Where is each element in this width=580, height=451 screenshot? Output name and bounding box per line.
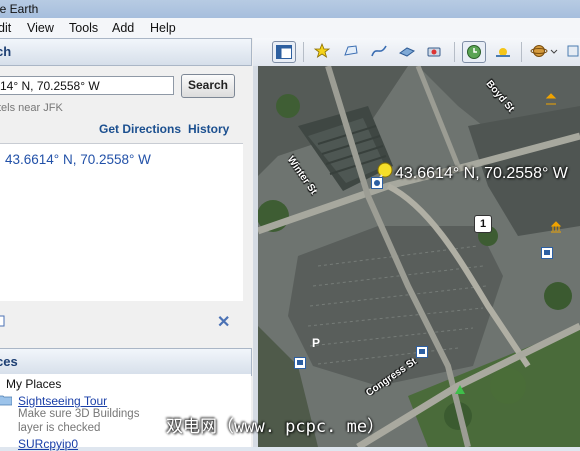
- more-tools-button[interactable]: [562, 41, 580, 61]
- search-results: 43.6614° N, 70.2558° W: [0, 143, 243, 301]
- add-polygon-button[interactable]: [340, 41, 362, 61]
- route-shield: 1: [474, 215, 492, 233]
- menu-edit[interactable]: dit: [0, 21, 11, 35]
- park-tree-icon: [455, 385, 465, 394]
- aerial-imagery: [258, 66, 580, 447]
- landmark-icon: [545, 93, 557, 105]
- menu-add[interactable]: Add: [112, 21, 134, 35]
- map-toolbar: [253, 38, 580, 67]
- sidebar-layout-icon: [276, 45, 292, 59]
- history-link[interactable]: History: [188, 122, 229, 136]
- camera-icon: [427, 47, 441, 57]
- bus-stop-icon[interactable]: [294, 357, 306, 369]
- poi-marker-icon[interactable]: [371, 177, 383, 189]
- sidebar-toggle-button[interactable]: [272, 41, 296, 63]
- menu-tools[interactable]: Tools: [69, 21, 98, 35]
- historical-imagery-button[interactable]: [462, 41, 486, 63]
- sidebar: ch 14° N, 70.2558° W Search tels near JF…: [0, 38, 253, 451]
- sun-icon: [496, 48, 510, 57]
- bus-stop-icon[interactable]: [416, 346, 428, 358]
- sunlight-button[interactable]: [492, 41, 514, 61]
- placemark-label: 43.6614° N, 70.2558° W: [395, 165, 568, 182]
- clear-results-icon[interactable]: ✕: [217, 312, 230, 332]
- add-placemark-button[interactable]: [311, 41, 333, 61]
- get-directions-link[interactable]: Get Directions: [99, 122, 181, 136]
- menu-bar: dit View Tools Add Help: [0, 18, 580, 39]
- search-panel-header[interactable]: ch: [0, 38, 252, 66]
- menu-view[interactable]: View: [27, 21, 54, 35]
- search-result-item[interactable]: 43.6614° N, 70.2558° W: [5, 152, 151, 167]
- pushpin-star-icon: [313, 43, 331, 58]
- path-icon: [371, 45, 387, 57]
- places-item-my-places[interactable]: My Places: [6, 377, 61, 391]
- toolbar-separator: [303, 42, 304, 62]
- places-item-desc-1: Make sure 3D Buildings: [18, 408, 140, 420]
- places-panel-header[interactable]: ces: [0, 348, 252, 376]
- search-button[interactable]: Search: [181, 74, 235, 98]
- add-path-button[interactable]: [368, 41, 390, 61]
- window-title: le Earth: [0, 2, 39, 16]
- search-hint: tels near JFK: [0, 102, 63, 114]
- window-title-bar: le Earth: [0, 0, 580, 18]
- toolbar-separator: [454, 42, 455, 62]
- polygon-icon: [344, 45, 358, 56]
- landmark-icon: [550, 221, 562, 233]
- watermark: 双电网（www. pcpc. me）: [166, 417, 385, 437]
- search-panel-title: ch: [0, 44, 12, 59]
- menu-help[interactable]: Help: [150, 21, 176, 35]
- places-item-sightseeing-tour[interactable]: Sightseeing Tour: [18, 394, 107, 408]
- results-tools-row: [0, 312, 250, 334]
- search-input[interactable]: 14° N, 70.2558° W: [0, 76, 174, 95]
- clock-icon: [467, 45, 481, 59]
- planet-icon: [530, 45, 558, 57]
- parking-icon: P: [312, 336, 321, 350]
- places-item-desc-2: layer is checked: [18, 422, 101, 434]
- record-tour-button[interactable]: [424, 41, 446, 61]
- folder-icon: [0, 395, 12, 406]
- image-overlay-icon: [398, 47, 416, 57]
- bus-stop-icon[interactable]: [541, 247, 553, 259]
- places-panel-title: ces: [0, 354, 18, 369]
- copy-icon[interactable]: [0, 314, 8, 330]
- planets-button[interactable]: [529, 41, 559, 61]
- image-overlay-button[interactable]: [396, 41, 418, 61]
- map-view[interactable]: 43.6614° N, 70.2558° W Winter St Congres…: [258, 66, 580, 447]
- tool-icon: [567, 45, 579, 57]
- places-item-next[interactable]: SURcpyip0: [18, 437, 78, 451]
- toolbar-separator: [521, 42, 522, 62]
